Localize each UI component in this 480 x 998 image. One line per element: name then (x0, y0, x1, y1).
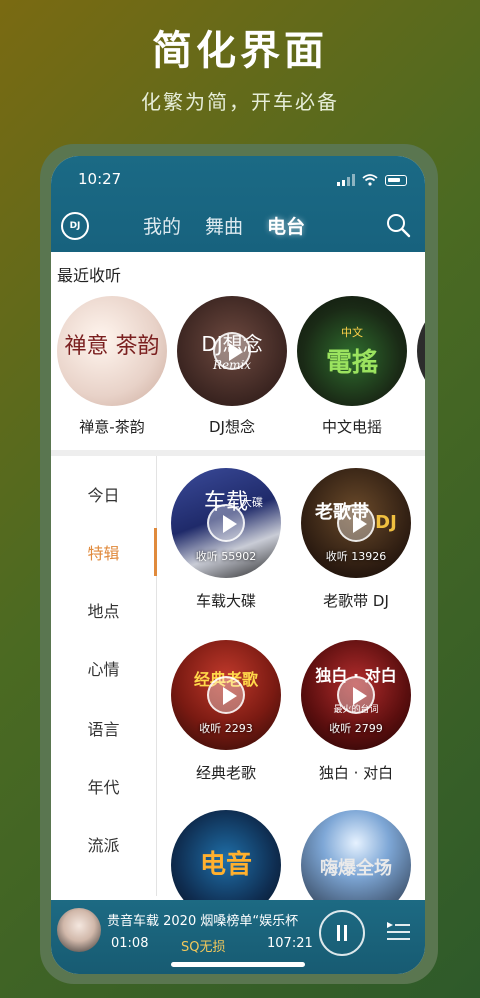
sidebar-item-era[interactable]: 年代 (51, 774, 156, 798)
grid-item-classic-oldies[interactable]: 经典老歌 收听 2293 经典老歌 (171, 640, 281, 783)
now-playing-title: 贵音车载 2020 烟嗓榜单“娱乐杯 (107, 914, 299, 929)
tab-dance[interactable]: 舞曲 (205, 212, 243, 239)
play-icon[interactable] (207, 676, 245, 714)
battery-icon (385, 175, 407, 186)
listen-count: 收听 55902 (195, 550, 257, 563)
sidebar-item-language[interactable]: 语言 (51, 716, 156, 740)
tab-mine[interactable]: 我的 (143, 212, 181, 239)
sidebar-item-today[interactable]: 今日 (51, 482, 156, 506)
dj-logo-icon[interactable]: DJ (61, 212, 89, 240)
recent-item-dj-xiangnian[interactable]: DJ想念 Remix DJ想念 (177, 296, 287, 437)
quality-badge[interactable]: SQ无损 (181, 936, 226, 955)
recent-item-chan-cha[interactable]: 禅意 茶韵 禅意-茶韵 (57, 296, 167, 437)
cover-image: 老歌带 DJ 收听 13926 (301, 468, 411, 578)
grid-item-car-album[interactable]: 车载 大碟 收听 55902 车载大碟 (171, 468, 281, 611)
recent-item-label: 中文电摇 (321, 418, 382, 436)
sidebar-item-mood[interactable]: 心情 (51, 656, 156, 680)
cover-image: 经典老歌 收听 2293 (171, 640, 281, 750)
play-icon[interactable] (213, 332, 251, 370)
play-icon[interactable] (337, 504, 375, 542)
app-screen: 10:27 DJ 我的 舞曲 电台 最近收听 禅意 茶韵 禅意-茶韵 DJ想念 … (51, 156, 425, 974)
grid-item-label: 经典老歌 (195, 764, 256, 782)
recent-list: 禅意 茶韵 禅意-茶韵 DJ想念 Remix DJ想念 中文 電搖 中文电摇 (51, 296, 425, 446)
sidebar-item-genre[interactable]: 流派 (51, 832, 156, 856)
play-icon[interactable] (207, 504, 245, 542)
grid-item-label: 老歌带 DJ (323, 592, 389, 610)
recent-item-label: DJ想念 (209, 418, 255, 436)
home-indicator (171, 962, 305, 967)
tab-radio[interactable]: 电台 (267, 212, 305, 239)
top-bar: 10:27 DJ 我的 舞曲 电台 (51, 156, 425, 252)
listen-count: 收听 2293 (199, 722, 253, 735)
grid-item-monologue-dialogue[interactable]: 独白 · 对白 最火的台词 收听 2799 独白 · 对白 (301, 640, 411, 783)
listen-count: 收听 13926 (325, 550, 387, 563)
active-indicator (154, 528, 157, 576)
cover-image: DJ想念 Remix (177, 296, 287, 406)
recent-item-label: 禅意-茶韵 (79, 418, 145, 436)
mini-player[interactable]: 贵音车载 2020 烟嗓榜单“娱乐杯 01:08 SQ无损 107:21 (51, 900, 425, 974)
promo-title: 简化界面 (152, 28, 328, 74)
now-playing-artwork[interactable] (57, 908, 101, 952)
play-icon[interactable] (337, 676, 375, 714)
recent-section-title: 最近收听 (57, 266, 122, 285)
wifi-icon (362, 174, 378, 186)
status-icons (337, 172, 407, 186)
cover-image: 禅意 茶韵 (57, 296, 167, 406)
playlist-icon[interactable] (385, 920, 411, 944)
pause-button[interactable] (319, 910, 365, 956)
category-sidebar: 今日 特辑 地点 心情 语言 年代 流派 (51, 456, 157, 896)
search-icon[interactable] (385, 212, 411, 238)
grid-item-label: 车载大碟 (195, 592, 256, 610)
listen-count: 收听 2799 (329, 722, 383, 735)
sidebar-item-place[interactable]: 地点 (51, 598, 156, 622)
grid-item-label: 独白 · 对白 (318, 764, 394, 782)
main-tabs: 我的 舞曲 电台 (143, 212, 305, 239)
promo-subtitle: 化繁为简，开车必备 (141, 90, 339, 114)
cover-image (417, 296, 425, 406)
elapsed-time: 01:08 (111, 936, 149, 951)
recent-item-zhongwen-dianyao[interactable]: 中文 電搖 中文电摇 (297, 296, 407, 437)
recent-item-partial[interactable] (417, 296, 425, 406)
sidebar-item-special[interactable]: 特辑 (51, 540, 156, 564)
status-time: 10:27 (78, 170, 122, 188)
grid-item-old-songs-dj[interactable]: 老歌带 DJ 收听 13926 老歌带 DJ (301, 468, 411, 611)
cover-image: 中文 電搖 (297, 296, 407, 406)
signal-icon (337, 174, 355, 186)
cover-image: 独白 · 对白 最火的台词 收听 2799 (301, 640, 411, 750)
cover-image: 车载 大碟 收听 55902 (171, 468, 281, 578)
total-time: 107:21 (267, 936, 313, 951)
